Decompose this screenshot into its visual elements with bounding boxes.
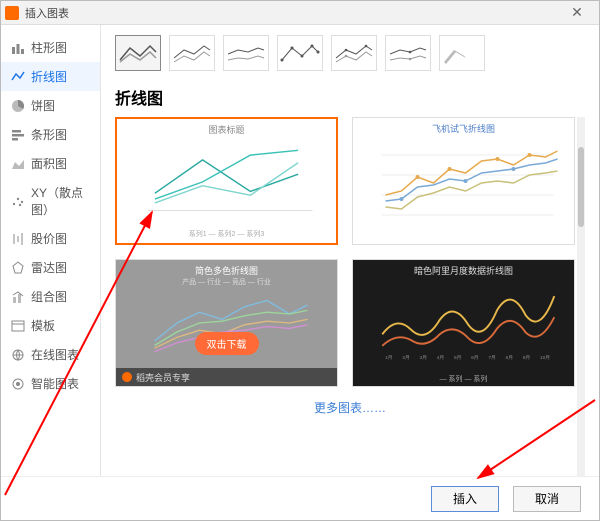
svg-text:2月: 2月 — [402, 355, 409, 361]
svg-text:6月: 6月 — [471, 355, 478, 361]
sidebar-item-scatter[interactable]: XY（散点图） — [1, 178, 100, 224]
member-badge-icon — [122, 372, 132, 382]
member-strip: 稻壳会员专享 — [116, 368, 337, 386]
dialog-body: 柱形图 折线图 饼图 条形图 面积图 XY（散点图） — [1, 25, 599, 476]
template-card-3[interactable]: 简色多色折线图 产品 — 行业 — 竞品 — 行业 双击下载 — [115, 259, 338, 387]
subtype-line-100[interactable] — [223, 35, 269, 71]
bar-chart-icon — [11, 128, 25, 142]
sidebar-item-label: 饼图 — [31, 97, 55, 114]
subtype-line-stacked[interactable] — [169, 35, 215, 71]
template-card-4[interactable]: 暗色阿里月度数据折线图 1月 2月 3月 4月 5月 6月 7月 8月 9月 10月 — 系列 —… — [352, 259, 575, 387]
sidebar-item-label: 股价图 — [31, 230, 67, 247]
more-charts-link[interactable]: 更多图表…… — [115, 387, 585, 428]
sidebar-item-label: 模板 — [31, 317, 55, 334]
window-title: 插入图表 — [25, 5, 559, 21]
sidebar-item-label: 智能图表 — [31, 375, 79, 392]
smart-chart-icon — [11, 377, 25, 391]
subtype-line-markers[interactable] — [277, 35, 323, 71]
gallery-scrollbar[interactable] — [577, 117, 585, 476]
template-card-2[interactable]: 飞机试飞折线图 — [352, 117, 575, 245]
insert-button[interactable]: 插入 — [431, 486, 499, 512]
sidebar-item-pie[interactable]: 饼图 — [1, 91, 100, 120]
dialog-window: 插入图表 ✕ 柱形图 折线图 饼图 条形图 面积图 — [0, 0, 600, 521]
online-chart-icon — [11, 348, 25, 362]
stock-chart-icon — [11, 232, 25, 246]
subtype-line-basic[interactable] — [115, 35, 161, 71]
card-title: 图表标题 — [117, 119, 336, 136]
svg-text:8月: 8月 — [506, 355, 513, 361]
sidebar-item-label: 折线图 — [31, 68, 67, 85]
scatter-chart-icon — [11, 194, 25, 208]
card-title: 飞机试飞折线图 — [353, 118, 574, 135]
sidebar-item-combo[interactable]: 组合图 — [1, 282, 100, 311]
card-legend: 系列1 — 系列2 — 系列3 — [117, 229, 336, 239]
main-panel: 折线图 图表标题 系列1 — 系列2 — 系列3 — [101, 25, 599, 476]
sidebar-item-label: 面积图 — [31, 155, 67, 172]
svg-text:9月: 9月 — [523, 355, 530, 361]
line-chart-icon — [11, 70, 25, 84]
column-chart-icon — [11, 41, 25, 55]
card-legend: 产品 — 行业 — 竞品 — 行业 — [116, 277, 337, 287]
subtype-row — [115, 35, 585, 71]
svg-text:3月: 3月 — [420, 355, 427, 361]
chart-type-sidebar: 柱形图 折线图 饼图 条形图 面积图 XY（散点图） — [1, 25, 101, 476]
sidebar-item-label: 条形图 — [31, 126, 67, 143]
svg-text:10月: 10月 — [540, 355, 550, 361]
subtype-line-100-markers[interactable] — [385, 35, 431, 71]
sidebar-item-label: 柱形图 — [31, 39, 67, 56]
sidebar-item-template[interactable]: 模板 — [1, 311, 100, 340]
gallery-scroll[interactable]: 图表标题 系列1 — 系列2 — 系列3 飞机试飞折线图 — [115, 117, 585, 476]
template-icon — [11, 319, 25, 333]
cancel-button[interactable]: 取消 — [513, 486, 581, 512]
template-card-1[interactable]: 图表标题 系列1 — 系列2 — 系列3 — [115, 117, 338, 245]
svg-text:1月: 1月 — [385, 355, 392, 361]
download-badge[interactable]: 双击下载 — [195, 332, 259, 355]
card-legend: — 系列 — 系列 — [353, 374, 574, 384]
subtype-line-3d[interactable] — [439, 35, 485, 71]
close-button[interactable]: ✕ — [559, 1, 595, 24]
scrollbar-thumb[interactable] — [578, 147, 584, 227]
sidebar-item-radar[interactable]: 雷达图 — [1, 253, 100, 282]
svg-text:4月: 4月 — [437, 355, 444, 361]
sidebar-item-bar[interactable]: 条形图 — [1, 120, 100, 149]
combo-chart-icon — [11, 290, 25, 304]
app-icon — [5, 6, 19, 20]
sidebar-item-area[interactable]: 面积图 — [1, 149, 100, 178]
template-gallery: 图表标题 系列1 — 系列2 — 系列3 飞机试飞折线图 — [115, 117, 585, 387]
sidebar-item-label: 组合图 — [31, 288, 67, 305]
card-title: 暗色阿里月度数据折线图 — [353, 260, 574, 277]
sidebar-item-column[interactable]: 柱形图 — [1, 33, 100, 62]
subtype-line-stacked-markers[interactable] — [331, 35, 377, 71]
dialog-footer: 插入 取消 — [1, 476, 599, 520]
area-chart-icon — [11, 157, 25, 171]
sidebar-item-label: 雷达图 — [31, 259, 67, 276]
sidebar-item-label: XY（散点图） — [31, 184, 90, 218]
sidebar-item-label: 在线图表 — [31, 346, 79, 363]
card-title: 简色多色折线图 — [116, 260, 337, 277]
section-title: 折线图 — [115, 85, 585, 109]
sidebar-item-line[interactable]: 折线图 — [1, 62, 100, 91]
svg-text:7月: 7月 — [488, 355, 495, 361]
member-label: 稻壳会员专享 — [136, 371, 190, 384]
radar-chart-icon — [11, 261, 25, 275]
titlebar: 插入图表 ✕ — [1, 1, 599, 25]
pie-chart-icon — [11, 99, 25, 113]
sidebar-item-online[interactable]: 在线图表 — [1, 340, 100, 369]
sidebar-item-stock[interactable]: 股价图 — [1, 224, 100, 253]
svg-text:5月: 5月 — [454, 355, 461, 361]
sidebar-item-smart[interactable]: 智能图表 — [1, 369, 100, 398]
